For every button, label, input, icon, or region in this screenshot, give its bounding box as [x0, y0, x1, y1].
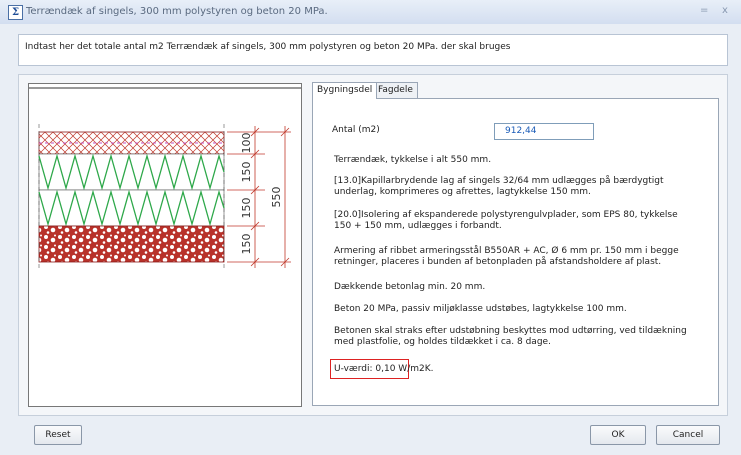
u-value-box: U-værdi: 0,10 W/m2K.: [330, 359, 434, 379]
quantity-value: 912,44: [505, 126, 537, 136]
tab-fagdele[interactable]: Fagdele: [373, 82, 418, 98]
section-diagram: 100 150 150 150 550: [29, 87, 301, 269]
description-paragraph: Beton 20 MPa, passiv miljøklasse udstøbe…: [334, 304, 627, 314]
window-title: Terrændæk af singels, 300 mm polystyren …: [26, 6, 328, 17]
sigma-icon: Σ: [8, 5, 23, 20]
dialog-window: Σ Terrændæk af singels, 300 mm polystyre…: [0, 0, 741, 455]
quantity-label: Antal (m2): [332, 125, 380, 135]
description-paragraph: Betonen skal straks efter udstøbning bes…: [334, 326, 687, 347]
instruction-text: Indtast her det totale antal m2 Terrændæ…: [25, 42, 511, 52]
dim-label-total: 550: [270, 187, 283, 208]
description-paragraph: Armering af ribbet armeringsstål B550AR …: [334, 246, 679, 267]
gravel-layer: [38, 225, 225, 263]
minimize-button[interactable]: =: [700, 5, 708, 16]
ok-button[interactable]: OK: [590, 425, 646, 445]
insulation-layer-upper: [38, 153, 225, 191]
description-paragraph: [20.0]Isolering af ekspanderede polystyr…: [334, 210, 678, 231]
dim-label-insulation-upper: 150: [240, 162, 253, 183]
quantity-input[interactable]: 912,44: [494, 123, 594, 140]
instruction-box: Indtast her det totale antal m2 Terrændæ…: [18, 34, 728, 66]
layer-drawing: 100 150 150 150 550: [28, 83, 302, 407]
title-bar[interactable]: Σ Terrændæk af singels, 300 mm polystyre…: [0, 0, 741, 24]
concrete-layer: [38, 131, 225, 155]
u-value-text: U-værdi: 0,10 W/m2K.: [334, 364, 434, 374]
reset-button[interactable]: Reset: [34, 425, 82, 445]
description-paragraph: [13.0]Kapillarbrydende lag af singels 32…: [334, 176, 664, 197]
cancel-button[interactable]: Cancel: [656, 425, 720, 445]
description-paragraph: Dækkende betonlag min. 20 mm.: [334, 282, 486, 292]
dim-label-gravel: 150: [240, 234, 253, 255]
tab-bygningsdel[interactable]: Bygningsdel: [312, 82, 378, 99]
close-button[interactable]: x: [722, 5, 728, 16]
description-paragraph: Terrændæk, tykkelse i alt 550 mm.: [334, 155, 492, 165]
dim-label-concrete: 100: [240, 133, 253, 154]
insulation-layer-lower: [38, 189, 225, 227]
dim-label-insulation-lower: 150: [240, 198, 253, 219]
